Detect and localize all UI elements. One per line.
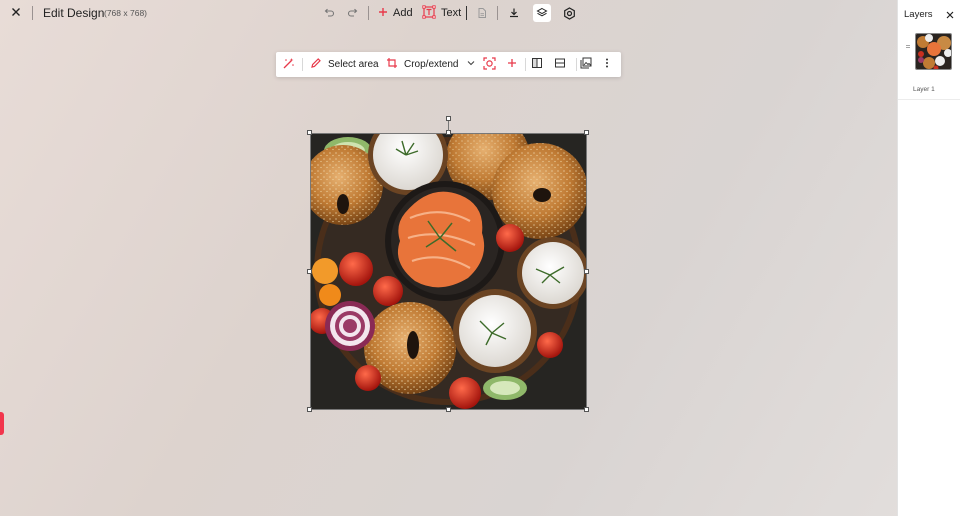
magic-edit-button[interactable]	[282, 56, 295, 73]
feedback-tab[interactable]	[0, 412, 4, 435]
rotate-handle-stem	[448, 121, 449, 131]
selected-image[interactable]	[303, 115, 589, 412]
drag-handle-icon[interactable]	[906, 37, 910, 48]
more-vertical-icon	[603, 57, 611, 72]
focus-target-button[interactable]	[483, 56, 496, 73]
image-layers-icon	[580, 57, 592, 72]
toolbar-divider	[302, 58, 303, 71]
layer-name: Layer 1	[913, 86, 935, 93]
resize-handle-bottom-left[interactable]	[307, 407, 312, 412]
download-icon[interactable]	[506, 5, 522, 21]
selection-border	[310, 133, 587, 410]
document-icon[interactable]	[474, 5, 490, 21]
select-area-button[interactable]: Select area	[310, 56, 379, 73]
toolbar-divider	[368, 6, 369, 20]
image-layers-button[interactable]	[580, 56, 592, 73]
layer-thumbnail[interactable]	[915, 33, 952, 70]
flip-vertical-icon	[554, 57, 566, 72]
crop-icon	[386, 57, 398, 72]
toolbar-divider	[525, 58, 526, 71]
text-frame-icon	[422, 4, 436, 22]
redo-icon[interactable]	[345, 5, 361, 21]
chevron-down-icon	[466, 58, 476, 71]
resize-handle-bottom-right[interactable]	[584, 407, 589, 412]
toolbar-divider	[32, 6, 33, 20]
close-icon[interactable]	[945, 9, 955, 19]
panel-divider	[898, 99, 960, 100]
rotate-handle[interactable]	[446, 116, 451, 121]
layers-panel-title: Layers	[904, 9, 933, 20]
settings-icon[interactable]	[561, 5, 577, 21]
magic-wand-icon	[282, 57, 295, 73]
close-icon[interactable]	[9, 5, 23, 19]
flip-vertical-button[interactable]	[554, 56, 566, 73]
add-button[interactable]: Add	[378, 4, 413, 22]
layers-icon[interactable]	[533, 4, 551, 22]
image-edit-toolbar: Select area Crop/extend	[276, 52, 621, 77]
toolbar-divider	[576, 58, 577, 71]
select-area-label: Select area	[328, 59, 379, 70]
add-element-button[interactable]	[507, 56, 517, 73]
text-button-label: Text	[441, 7, 462, 19]
toolbar-divider	[466, 6, 467, 20]
design-dimensions: (768 x 768)	[104, 8, 147, 18]
layers-panel: Layers Layer 1	[897, 0, 960, 516]
page-title: Edit Design	[43, 6, 105, 20]
flip-horizontal-button[interactable]	[531, 56, 543, 73]
resize-handle-left[interactable]	[307, 269, 312, 274]
resize-handle-bottom[interactable]	[446, 407, 451, 412]
text-button[interactable]: Text	[422, 4, 461, 22]
undo-icon[interactable]	[321, 5, 337, 21]
top-toolbar: Edit Design (768 x 768) Add Text	[0, 0, 897, 26]
add-button-label: Add	[393, 7, 413, 19]
resize-handle-right[interactable]	[584, 269, 589, 274]
more-options-button[interactable]	[603, 56, 611, 73]
resize-handle-top-left[interactable]	[307, 130, 312, 135]
resize-handle-top-right[interactable]	[584, 130, 589, 135]
crop-extend-label: Crop/extend	[404, 59, 459, 70]
toolbar-divider	[497, 6, 498, 20]
plus-icon	[378, 7, 388, 20]
pencil-icon	[310, 57, 322, 72]
design-canvas[interactable]: Edit Design (768 x 768) Add Text Select …	[0, 0, 897, 516]
focus-target-icon	[483, 56, 496, 73]
plus-icon	[507, 58, 517, 71]
crop-extend-button[interactable]: Crop/extend	[386, 56, 476, 73]
flip-horizontal-icon	[531, 57, 543, 72]
